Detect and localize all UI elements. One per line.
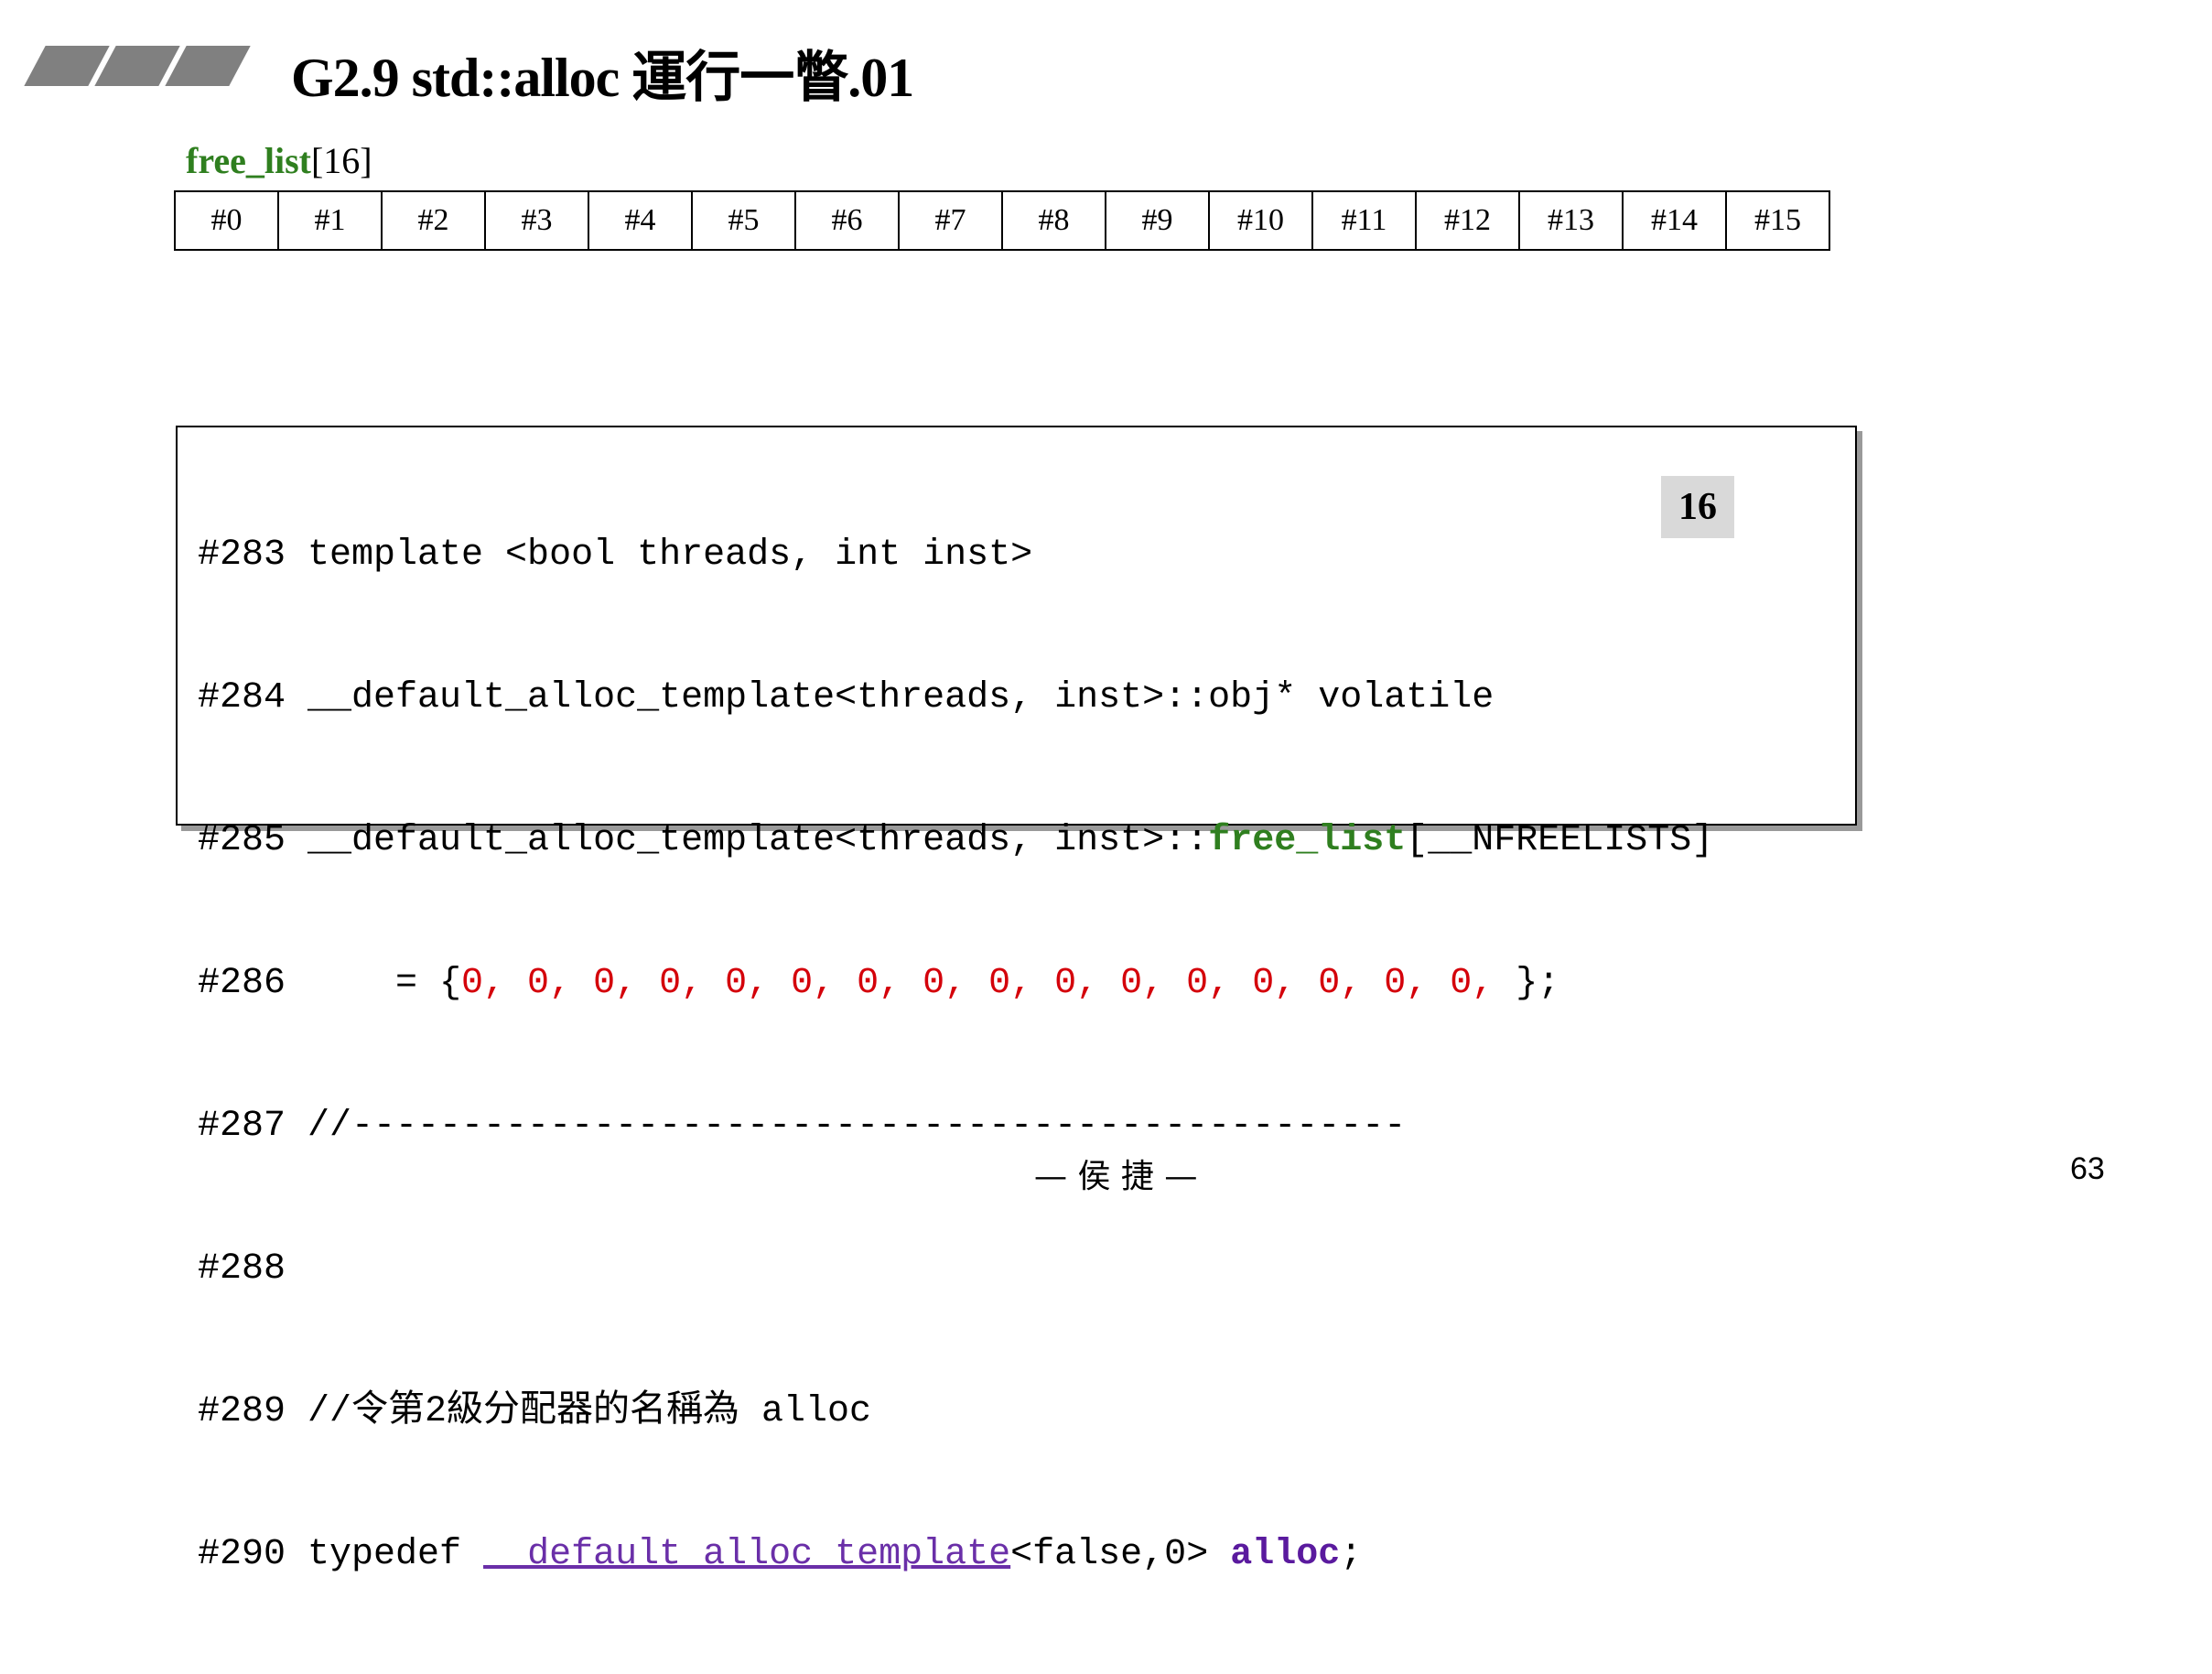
free-list-array: #0 #1 #2 #3 #4 #5 #6 #7 #8 #9 #10 #11 #1… [174,190,1830,251]
count-badge: 16 [1661,476,1734,538]
free-list-name: free_list [186,140,311,181]
free-list-slot: #7 [900,192,1003,249]
code-text: ; [1340,1534,1363,1575]
free-list-slot: #5 [693,192,796,249]
template-type-name: __default_alloc_template [483,1534,1011,1575]
code-text: template <bool threads, int inst> [286,535,1033,576]
code-text: }; [1494,963,1560,1004]
code-line-285: #285 __default_alloc_template<threads, i… [198,817,1713,865]
code-text: [__NFREELISTS] [1406,820,1714,861]
free-list-highlight: free_list [1208,820,1407,861]
code-line-283: #283 template <bool threads, int inst> [198,532,1713,579]
line-number: #285 [198,820,286,861]
free-list-slot: #8 [1003,192,1106,249]
code-line-287: #287 //---------------------------------… [198,1103,1713,1150]
line-number: #287 [198,1106,286,1147]
code-lines: #283 template <bool threads, int inst> #… [198,437,1713,1674]
alloc-typedef-name: alloc [1230,1534,1341,1575]
free-list-slot: #13 [1520,192,1624,249]
line-number: #289 [198,1391,286,1432]
free-list-slot: #12 [1417,192,1520,249]
free-list-slot: #15 [1754,203,1801,237]
code-text: __default_alloc_template<threads, inst>:… [286,677,1494,718]
slide-title: G2.9 std::alloc 運行一瞥.01 [291,48,914,108]
code-comment: //令第2級分配器的名稱為 alloc [286,1391,872,1432]
free-list-slot: #0 [176,192,279,249]
free-list-slot: #9 [1106,192,1210,249]
code-line-289: #289 //令第2級分配器的名稱為 alloc [198,1388,1713,1436]
code-line-286: #286 = {0, 0, 0, 0, 0, 0, 0, 0, 0, 0, 0,… [198,960,1713,1008]
zero-initializers: 0, 0, 0, 0, 0, 0, 0, 0, 0, 0, 0, 0, 0, 0… [461,963,1494,1004]
free-list-slot: #11 [1313,192,1417,249]
code-line-288: #288 [198,1246,1713,1293]
code-text: = { [286,963,462,1004]
line-number: #290 [198,1534,286,1575]
line-number: #288 [198,1248,286,1290]
author-footer: — 侯 捷 — [1034,1158,1198,1195]
header-decoration-bar [165,46,251,86]
code-text: typedef [286,1534,484,1575]
line-number: #286 [198,963,286,1004]
line-number: #284 [198,677,286,718]
code-line-284: #284 __default_alloc_template<threads, i… [198,675,1713,722]
code-listing: #283 template <bool threads, int inst> #… [176,426,1857,1575]
line-number: #283 [198,535,286,576]
free-list-label: free_list[16] [186,139,372,182]
free-list-slot: #10 [1210,192,1313,249]
free-list-slot: #1 [279,192,383,249]
code-line-290: #290 typedef __default_alloc_template<fa… [198,1531,1713,1579]
code-text: <false,0> [1010,1534,1231,1575]
free-list-size: [16] [310,140,372,181]
free-list-slot: #6 [796,192,900,249]
code-text: __default_alloc_template<threads, inst>:… [286,820,1209,861]
free-list-slot: #4 [589,192,693,249]
free-list-slot: #3 [486,192,589,249]
free-list-slot: #14 [1624,192,1727,249]
free-list-slot: #2 [383,192,486,249]
page-number: 63 [2070,1151,2105,1186]
code-comment: //--------------------------------------… [286,1106,1407,1147]
